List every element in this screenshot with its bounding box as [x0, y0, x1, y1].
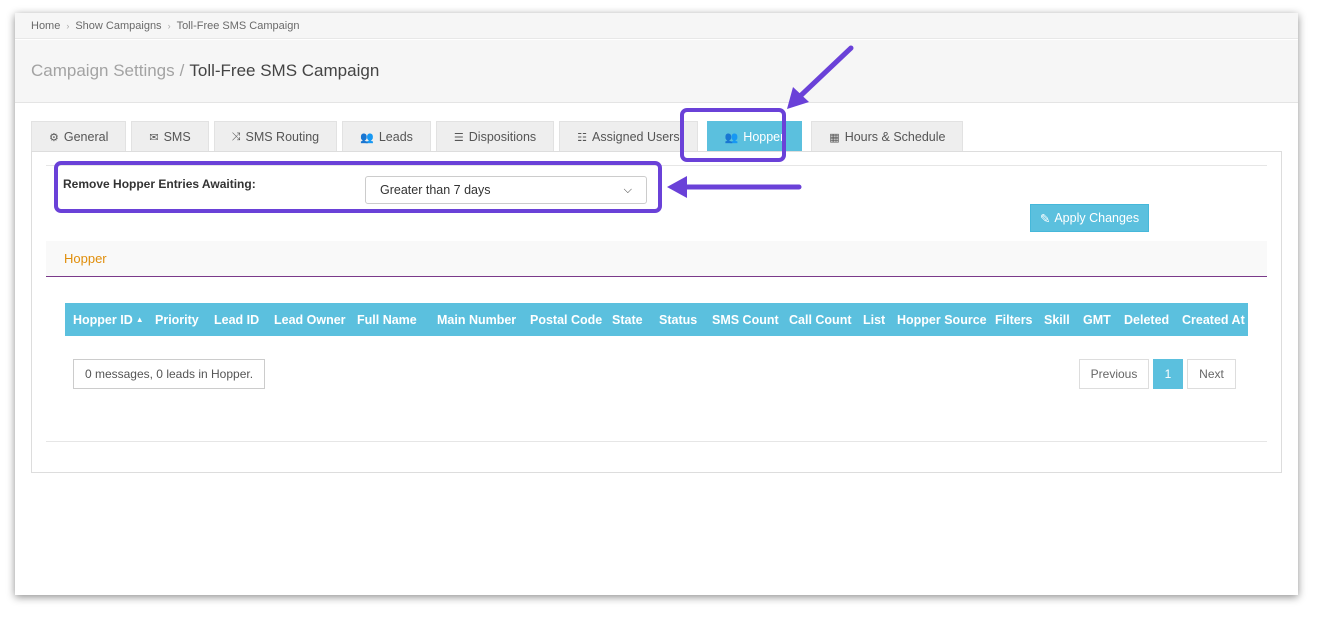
breadcrumb-current: Toll-Free SMS Campaign — [176, 19, 300, 32]
column-header-deleted[interactable]: Deleted — [1116, 313, 1174, 327]
shuffle-icon: ⤨ — [231, 130, 241, 143]
column-header-state[interactable]: State — [604, 313, 651, 327]
apply-changes-label: Apply Changes — [1054, 211, 1140, 225]
list-icon: ☰ — [453, 131, 464, 144]
remove-hopper-highlight — [54, 161, 662, 213]
column-header-label: Hopper ID — [73, 312, 133, 327]
column-header-call-count[interactable]: Call Count — [781, 313, 855, 327]
column-header-label: Status — [659, 312, 698, 327]
edit-icon: ✎ — [1039, 211, 1051, 226]
tab-label: Leads — [378, 130, 413, 144]
column-header-hopper-source[interactable]: Hopper Source — [889, 313, 987, 327]
section-title: Hopper — [64, 251, 107, 266]
column-header-skill[interactable]: Skill — [1036, 313, 1075, 327]
column-header-label: List — [863, 312, 886, 327]
tab-label: SMS — [163, 130, 191, 144]
column-header-priority[interactable]: Priority — [147, 313, 206, 327]
breadcrumb-show-campaigns[interactable]: Show Campaigns — [75, 20, 161, 32]
chevron-right-icon: › — [66, 20, 70, 31]
column-header-sms-count[interactable]: SMS Count — [704, 313, 781, 327]
column-header-postal-code[interactable]: Postal Code — [522, 313, 604, 327]
page-header: Campaign Settings / Toll-Free SMS Campai… — [15, 40, 1298, 103]
page-title: Toll-Free SMS Campaign — [189, 61, 380, 80]
page-title-section: Campaign Settings — [31, 61, 175, 80]
column-header-label: Lead ID — [214, 312, 260, 327]
tab-assigned-users[interactable]: ☷ Assigned Users — [559, 121, 698, 152]
column-header-label: Skill — [1044, 312, 1070, 327]
column-header-label: Hopper Source — [897, 312, 987, 327]
app-window: Home › Show Campaigns › Toll-Free SMS Ca… — [15, 13, 1298, 595]
column-header-label: State — [612, 312, 643, 327]
sort-asc-icon: ▲ — [135, 315, 144, 324]
previous-button[interactable]: Previous — [1079, 359, 1149, 389]
tab-sms[interactable]: ✉ SMS — [131, 121, 209, 152]
settings-tabs: ⚙ General ✉ SMS ⤨ SMS Routing 👥 Leads ☰ Dispo… — [31, 121, 964, 152]
breadcrumb: Home › Show Campaigns › Toll-Free SMS Ca… — [15, 13, 1298, 39]
gears-icon: ⚙ — [49, 131, 59, 144]
column-header-created-at[interactable]: Created At — [1174, 313, 1248, 327]
column-header-label: Call Count — [789, 312, 852, 327]
apply-changes-button[interactable]: ✎ Apply Changes — [1030, 204, 1149, 232]
tab-sms-routing[interactable]: ⤨ SMS Routing — [213, 121, 338, 152]
tab-label: Assigned Users — [592, 130, 680, 144]
column-header-label: GMT — [1083, 312, 1111, 327]
tab-label: Dispositions — [468, 130, 537, 144]
page-1-button[interactable]: 1 — [1153, 359, 1183, 389]
column-header-label: Filters — [995, 312, 1033, 327]
hopper-info: 0 messages, 0 leads in Hopper. — [73, 359, 265, 389]
hopper-section-header: Hopper — [46, 241, 1267, 277]
column-header-lead-id[interactable]: Lead ID — [206, 313, 266, 327]
divider — [46, 441, 1267, 442]
users-icon: 👥 — [360, 131, 374, 144]
hopper-table-header: Hopper ID ▲ Priority Lead ID Lead Owner Full … — [65, 303, 1248, 336]
column-header-label: Postal Code — [530, 312, 603, 327]
column-header-gmt[interactable]: GMT — [1075, 313, 1116, 327]
page-title-separator: / — [179, 61, 185, 80]
tab-label: SMS Routing — [245, 130, 320, 144]
column-header-label: Created At — [1182, 312, 1245, 327]
calendar-icon: ▦ — [829, 131, 840, 144]
column-header-full-name[interactable]: Full Name — [349, 313, 429, 327]
column-header-list[interactable]: List — [855, 313, 889, 327]
column-header-filters[interactable]: Filters — [987, 313, 1036, 327]
tab-dispositions[interactable]: ☰ Dispositions — [435, 121, 555, 152]
column-header-label: SMS Count — [712, 312, 779, 327]
column-header-lead-owner[interactable]: Lead Owner — [266, 313, 349, 327]
column-header-label: Lead Owner — [274, 312, 346, 327]
column-header-main-number[interactable]: Main Number — [429, 313, 522, 327]
tab-hours-schedule[interactable]: ▦ Hours & Schedule — [811, 121, 964, 152]
hopper-tab-highlight — [680, 108, 786, 162]
column-header-label: Full Name — [357, 312, 417, 327]
column-header-hopper-id[interactable]: Hopper ID ▲ — [65, 313, 147, 327]
next-button[interactable]: Next — [1187, 359, 1236, 389]
tab-label: General — [63, 130, 109, 144]
column-header-status[interactable]: Status — [651, 313, 704, 327]
breadcrumb-home[interactable]: Home — [31, 20, 60, 32]
ordered-list-icon: ☷ — [577, 131, 588, 144]
chevron-right-icon: › — [167, 20, 171, 31]
tab-leads[interactable]: 👥 Leads — [342, 121, 431, 152]
column-header-label: Main Number — [437, 312, 517, 327]
tab-general[interactable]: ⚙ General — [31, 121, 127, 152]
envelope-icon: ✉ — [149, 131, 159, 144]
column-header-label: Priority — [155, 312, 199, 327]
column-header-label: Deleted — [1124, 312, 1170, 327]
tab-label: Hours & Schedule — [844, 130, 946, 144]
